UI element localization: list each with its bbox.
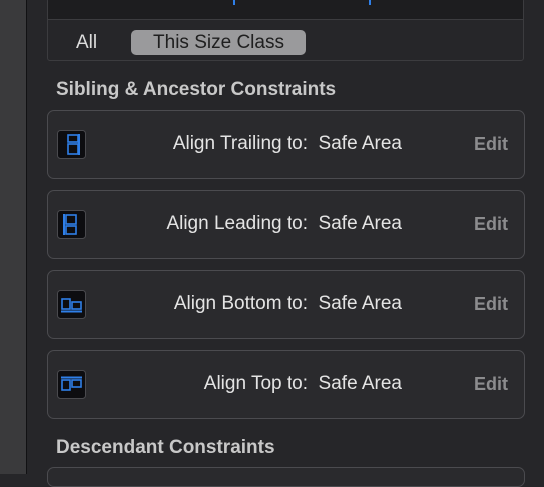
constraint-label: Align Bottom to: Safe Area [173, 293, 402, 314]
preview-marker-left [233, 0, 235, 5]
constraint-row-align-leading[interactable]: Align Leading to: Safe Area Edit [47, 190, 525, 259]
section-title-sibling-ancestor: Sibling & Ancestor Constraints [56, 79, 337, 100]
align-trailing-icon [57, 130, 86, 159]
edit-button[interactable]: Edit [474, 191, 508, 257]
preview-canvas [48, 0, 523, 20]
section-title-descendant: Descendant Constraints [56, 437, 275, 458]
preview-marker-right [369, 0, 371, 5]
edit-button[interactable]: Edit [474, 351, 508, 417]
segment-all[interactable]: All [72, 30, 101, 55]
left-editor-strip [0, 0, 26, 474]
align-bottom-icon [57, 290, 86, 319]
align-top-icon [57, 370, 86, 399]
constraint-label: Align Leading to: Safe Area [166, 213, 402, 234]
align-leading-icon [57, 210, 86, 239]
constraint-row-align-trailing[interactable]: Align Trailing to: Safe Area Edit [47, 110, 525, 179]
constraint-row-align-bottom[interactable]: Align Bottom to: Safe Area Edit [47, 270, 525, 339]
segment-this-size-class[interactable]: This Size Class [131, 30, 306, 55]
constraint-label: Align Top to: Safe Area [203, 373, 402, 394]
edit-button[interactable]: Edit [474, 271, 508, 337]
constraint-row-align-top[interactable]: Align Top to: Safe Area Edit [47, 350, 525, 419]
edit-button[interactable]: Edit [474, 111, 508, 177]
constraint-label: Align Trailing to: Safe Area [172, 133, 402, 154]
descendant-constraint-row[interactable] [47, 467, 525, 487]
